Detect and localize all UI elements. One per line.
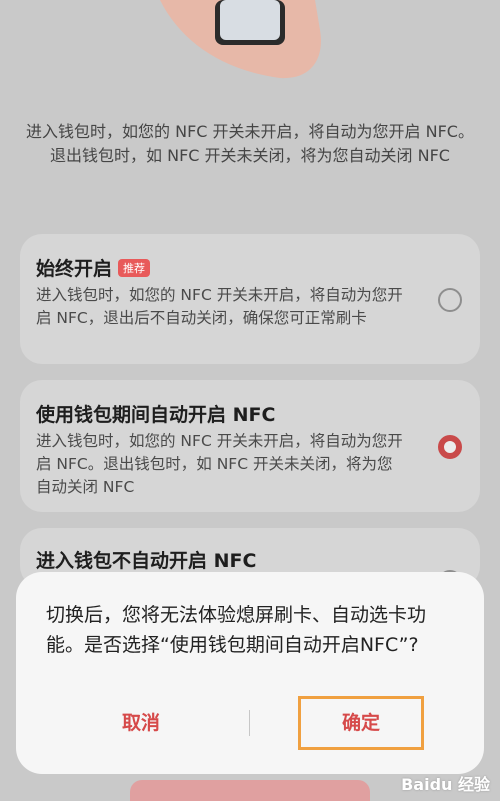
option-auto-during-wallet[interactable]: 使用钱包期间自动开启 NFC 进入钱包时，如您的 NFC 开关未开启，将自动为您… [20, 380, 480, 512]
option-always-on[interactable]: 始终开启 推荐 进入钱包时，如您的 NFC 开关未开启，将自动为您开启 NFC，退… [20, 234, 480, 364]
dialog-message: 切换后，您将无法体验熄屏刷卡、自动选卡功能。是否选择“使用钱包期间自动开启NFC… [46, 604, 427, 656]
confirm-button[interactable]: 确定 [298, 696, 424, 750]
cancel-button[interactable]: 取消 [56, 696, 226, 750]
option-title: 使用钱包期间自动开启 NFC [36, 404, 276, 426]
watermark-logo: Baidu 经验 [401, 775, 490, 794]
radio-button[interactable] [438, 288, 462, 312]
option-title: 进入钱包不自动开启 NFC [36, 550, 257, 572]
option-desc: 进入钱包时，如您的 NFC 开关未开启，将自动为您开启 NFC。退出钱包时，如 … [36, 432, 403, 496]
underlying-button [130, 780, 370, 801]
option-desc: 进入钱包时，如您的 NFC 开关未开启，将自动为您开启 NFC，退出后不自动关闭… [36, 286, 403, 327]
confirm-dialog: 切换后，您将无法体验熄屏刷卡、自动选卡功能。是否选择“使用钱包期间自动开启NFC… [16, 572, 484, 774]
button-divider [249, 710, 250, 736]
option-title: 始终开启 推荐 [36, 254, 151, 281]
radio-button-selected[interactable] [438, 435, 462, 459]
recommend-badge: 推荐 [118, 259, 151, 277]
hand-phone-illustration [160, 0, 321, 79]
nfc-intro-text: 进入钱包时，如您的 NFC 开关未开启，将自动为您开启 NFC。退出钱包时，如 … [26, 122, 474, 165]
option-title-text: 始终开启 [36, 258, 113, 280]
